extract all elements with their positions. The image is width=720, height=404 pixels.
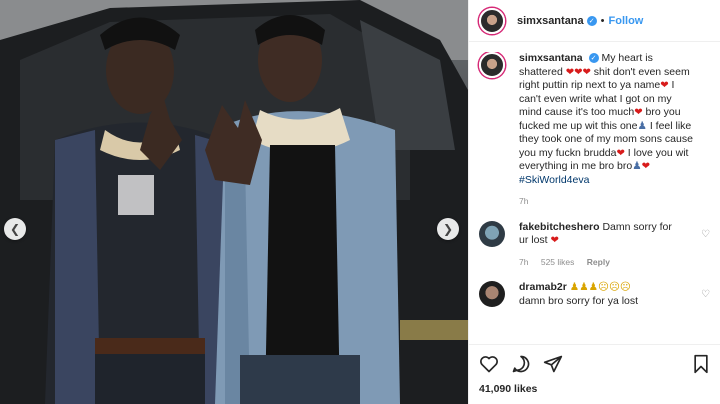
broken-heart-emoji-icon: ❤ [616, 147, 625, 159]
caption-body: simxsantana ✓ My heart is shattered ❤❤❤ … [519, 52, 695, 209]
heart-icon[interactable] [479, 354, 499, 374]
heart-emoji-icon: ❤ [641, 161, 651, 172]
heart-emoji-icon: ❤ [550, 235, 559, 246]
person-emoji-icon: ♟ [637, 119, 647, 132]
post-header: simxsantana ✓ • Follow [469, 0, 720, 42]
photo-scene [0, 0, 468, 404]
broken-heart-emoji-icon: ❤ [660, 80, 669, 91]
comment-body: fakebitcheshero Damn sorry for ur lost ❤… [519, 221, 679, 270]
action-bar: 41,090 likes [469, 344, 720, 404]
comment-item: fakebitcheshero Damn sorry for ur lost ❤… [469, 220, 720, 270]
reply-button[interactable]: Reply [587, 257, 610, 267]
comment-meta: 7h 525 likes Reply [519, 256, 679, 270]
caption-username[interactable]: simxsantana [519, 52, 583, 64]
comment-username[interactable]: fakebitcheshero [519, 221, 600, 233]
comment-likes[interactable]: 525 likes [541, 257, 575, 267]
verified-badge-icon: ✓ [588, 53, 599, 64]
avatar[interactable] [479, 281, 505, 307]
comments-list[interactable]: simxsantana ✓ My heart is shattered ❤❤❤ … [469, 52, 720, 344]
avatar[interactable] [479, 220, 505, 247]
follow-button[interactable]: Follow [609, 15, 644, 27]
hashtag-link[interactable]: #SkiWorld4eva [519, 174, 589, 186]
comment-like-icon[interactable]: ♡ [701, 229, 710, 270]
comment-like-icon[interactable]: ♡ [701, 289, 710, 308]
separator-dot: • [600, 14, 605, 27]
emoji-row-icon: ♟♟♟☹☹☹ [569, 281, 631, 293]
action-icons [479, 353, 710, 375]
share-icon[interactable] [543, 354, 563, 374]
caption: simxsantana ✓ My heart is shattered ❤❤❤ … [469, 52, 720, 209]
verified-badge-icon: ✓ [586, 15, 597, 26]
comment-time[interactable]: 7h [519, 257, 528, 267]
bookmark-icon[interactable] [692, 354, 710, 374]
post-panel: simxsantana ✓ • Follow simxsantana ✓ My … [468, 0, 720, 404]
avatar[interactable] [479, 52, 505, 78]
comment-text: damn bro sorry for ya lost [519, 294, 639, 307]
heart-emoji-icon: ❤ [634, 107, 643, 118]
person-emoji-icon: ♟ [632, 160, 642, 172]
heart-emoji-icon: ❤❤❤ [565, 66, 591, 78]
post-username[interactable]: simxsantana [517, 15, 584, 27]
likes-count[interactable]: 41,090 likes [479, 383, 710, 395]
comment-body: dramab2r ♟♟♟☹☹☹ damn bro sorry for ya lo… [519, 281, 679, 308]
comment-item: dramab2r ♟♟♟☹☹☹ damn bro sorry for ya lo… [469, 281, 720, 308]
post-photo: ❮ ❯ [0, 0, 468, 404]
previous-photo-button[interactable]: ❮ [4, 218, 26, 240]
comment-icon[interactable] [511, 354, 531, 374]
caption-meta: 7h [519, 195, 695, 209]
next-photo-button[interactable]: ❯ [437, 218, 459, 240]
comment-username[interactable]: dramab2r [519, 281, 567, 293]
avatar[interactable] [479, 7, 505, 34]
caption-time[interactable]: 7h [519, 196, 528, 206]
